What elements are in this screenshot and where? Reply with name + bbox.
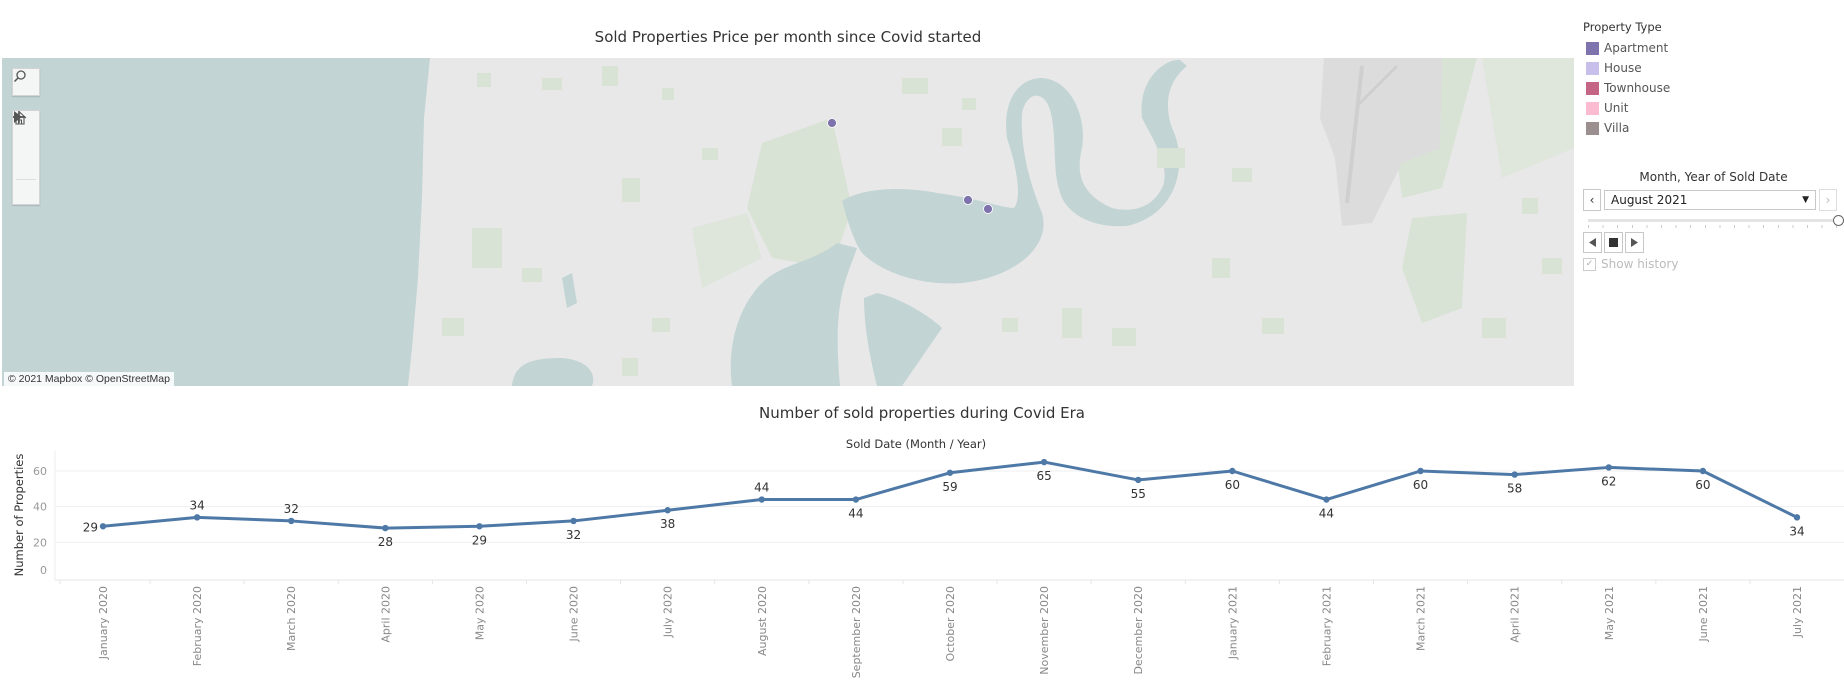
data-label: 32 — [284, 502, 299, 516]
data-point — [1417, 467, 1424, 475]
x-tick-label: February 2020 — [191, 586, 204, 666]
data-point — [570, 517, 577, 525]
x-tick-label: February 2021 — [1320, 586, 1333, 666]
data-label: 62 — [1601, 474, 1616, 488]
line-chart-svg: Sold Date (Month / Year) Number of Proper… — [12, 437, 1844, 678]
data-label: 34 — [1789, 524, 1804, 538]
x-tick-label: January 2020 — [97, 586, 110, 660]
line-chart: Sold Date (Month / Year) Number of Proper… — [0, 0, 1844, 692]
x-tick-label: March 2021 — [1415, 586, 1428, 651]
data-label: 29 — [472, 533, 487, 547]
y-tick-label: 20 — [33, 536, 47, 549]
data-point — [946, 469, 954, 476]
data-label: 60 — [1695, 478, 1710, 492]
data-label: 29 — [83, 520, 98, 534]
x-tick-label: July 2021 — [1791, 586, 1804, 638]
data-point — [758, 496, 765, 503]
x-tick-label: April 2021 — [1509, 586, 1522, 643]
data-label: 60 — [1225, 478, 1240, 492]
data-point — [382, 524, 389, 532]
data-point — [1135, 476, 1142, 484]
data-point — [852, 496, 860, 503]
data-point — [1605, 464, 1612, 471]
y-axis-title: Number of Properties — [12, 454, 26, 577]
data-point — [664, 507, 671, 514]
x-tick-label: May 2020 — [473, 586, 486, 640]
x-tick-label: March 2020 — [285, 586, 298, 651]
data-label: 32 — [566, 528, 581, 542]
x-tick-label: November 2020 — [1038, 586, 1051, 675]
data-label: 44 — [848, 507, 863, 521]
data-label: 38 — [660, 517, 675, 531]
data-point — [1699, 467, 1707, 475]
y-tick-label: 40 — [33, 501, 47, 514]
data-point — [1511, 471, 1518, 478]
x-tick-label: June 2021 — [1697, 586, 1710, 642]
x-tick-label: September 2020 — [850, 586, 863, 678]
x-axis-title: Sold Date (Month / Year) — [846, 437, 986, 451]
data-label: 65 — [1036, 469, 1051, 483]
data-label: 34 — [189, 498, 204, 512]
data-point — [476, 523, 483, 530]
x-tick-label: December 2020 — [1132, 586, 1145, 675]
data-point — [1040, 458, 1048, 466]
data-label: 58 — [1507, 482, 1522, 496]
data-point — [1793, 514, 1801, 521]
data-label: 55 — [1131, 487, 1146, 501]
data-point — [1229, 467, 1236, 475]
x-tick-label: June 2020 — [568, 586, 581, 642]
data-label: 60 — [1413, 478, 1428, 492]
data-label: 44 — [754, 481, 769, 495]
x-tick-label: October 2020 — [944, 586, 957, 662]
x-tick-label: January 2021 — [1226, 586, 1239, 660]
x-tick-label: July 2020 — [662, 586, 675, 638]
x-tick-label: August 2020 — [756, 586, 769, 656]
x-tick-label: May 2021 — [1603, 586, 1616, 640]
y-tick-label: 0 — [40, 564, 47, 577]
data-label: 28 — [378, 535, 393, 549]
data-point — [99, 523, 107, 530]
data-label: 59 — [942, 480, 957, 494]
data-label: 44 — [1319, 507, 1334, 521]
data-point — [193, 514, 201, 521]
data-point — [288, 517, 295, 525]
data-point — [1323, 496, 1330, 503]
y-tick-label: 60 — [33, 465, 47, 478]
x-tick-label: April 2020 — [379, 586, 392, 643]
